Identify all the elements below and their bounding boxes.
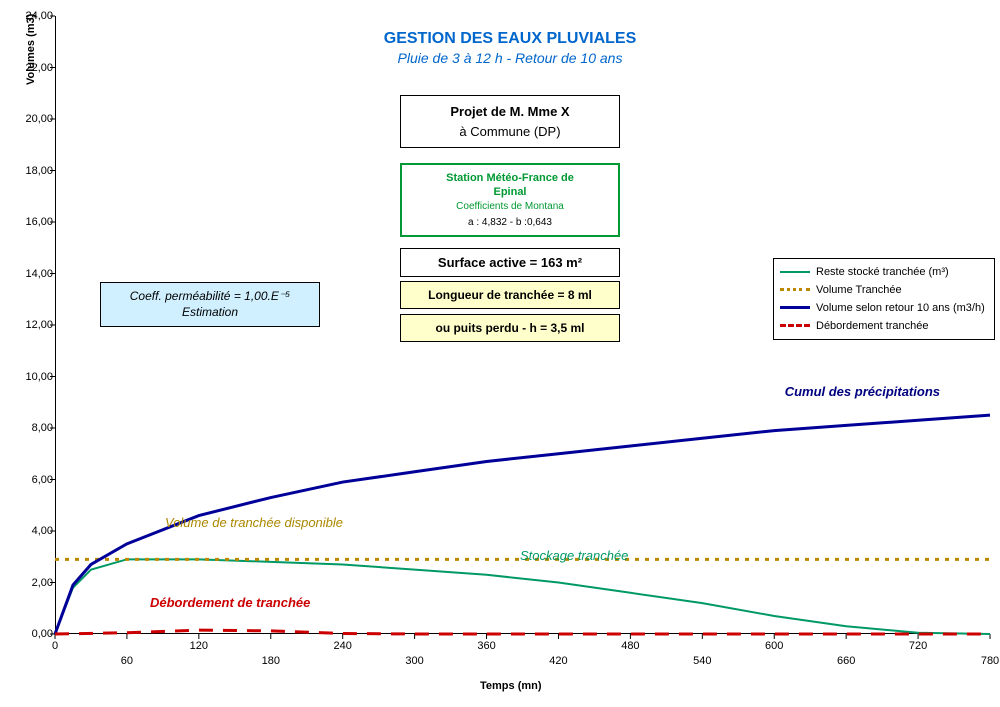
y-tick-label: 14,00	[13, 268, 53, 280]
station-line2: Epinal	[412, 185, 608, 199]
y-tick-label: 2,00	[13, 577, 53, 589]
x-tick-label: 600	[765, 640, 783, 652]
legend-label: Volume Tranchée	[816, 284, 902, 296]
x-tick-label: 240	[334, 640, 352, 652]
legend-swatch-icon	[780, 265, 810, 279]
x-tick-label: 720	[909, 640, 927, 652]
y-tick-label: 24,00	[13, 10, 53, 22]
perm-line1: Coeff. perméabilité = 1,00.E⁻⁵	[111, 289, 309, 305]
box-longueur: Longueur de tranchée = 8 ml	[400, 281, 620, 309]
legend-swatch-icon	[780, 301, 810, 315]
legend-label: Reste stocké tranchée (m³)	[816, 266, 949, 278]
y-tick-label: 10,00	[13, 371, 53, 383]
chart-subtitle: Pluie de 3 à 12 h - Retour de 10 ans	[370, 50, 650, 66]
y-tick-label: 20,00	[13, 113, 53, 125]
x-tick-label: 480	[621, 640, 639, 652]
x-axis-label: Temps (mn)	[480, 680, 542, 692]
legend-label: Débordement tranchée	[816, 320, 929, 332]
x-tick-label: 360	[477, 640, 495, 652]
box-permeability: Coeff. perméabilité = 1,00.E⁻⁵ Estimatio…	[100, 282, 320, 327]
annotation-cumul: Cumul des précipitations	[785, 384, 940, 399]
projet-line1: Projet de M. Mme X	[411, 102, 609, 122]
x-tick-label: 120	[190, 640, 208, 652]
x-tick-label: 180	[262, 655, 280, 667]
legend-swatch-icon	[780, 319, 810, 333]
y-tick-label: 12,00	[13, 319, 53, 331]
series-line	[55, 630, 990, 634]
perm-line2: Estimation	[111, 305, 309, 321]
legend-item: Débordement tranchée	[780, 317, 988, 335]
y-tick-label: 22,00	[13, 62, 53, 74]
annotation-debordement: Débordement de tranchée	[150, 595, 310, 610]
legend: Reste stocké tranchée (m³) Volume Tranch…	[773, 258, 995, 340]
y-tick-label: 0,00	[13, 628, 53, 640]
legend-swatch-icon	[780, 283, 810, 297]
legend-item: Volume Tranchée	[780, 281, 988, 299]
box-station: Station Météo-France de Epinal Coefficie…	[400, 163, 620, 237]
annotation-stockage: Stockage tranchée	[520, 548, 628, 563]
x-tick-label: 660	[837, 655, 855, 667]
box-puits: ou puits perdu - h = 3,5 ml	[400, 314, 620, 342]
chart-title: GESTION DES EAUX PLUVIALES	[370, 30, 650, 48]
y-tick-label: 4,00	[13, 525, 53, 537]
y-tick-label: 18,00	[13, 165, 53, 177]
x-tick-label: 780	[981, 655, 999, 667]
x-tick-label: 420	[549, 655, 567, 667]
y-tick-label: 6,00	[13, 474, 53, 486]
station-line1: Station Météo-France de	[412, 171, 608, 185]
x-tick-label: 540	[693, 655, 711, 667]
y-axis-label: Volumes (m3)	[25, 14, 37, 85]
x-tick-label: 300	[405, 655, 423, 667]
legend-item: Reste stocké tranchée (m³)	[780, 263, 988, 281]
box-projet: Projet de M. Mme X à Commune (DP)	[400, 95, 620, 148]
y-tick-label: 16,00	[13, 216, 53, 228]
y-tick-label: 8,00	[13, 422, 53, 434]
legend-item: Volume selon retour 10 ans (m3/h)	[780, 299, 988, 317]
projet-line2: à Commune (DP)	[411, 122, 609, 142]
station-line4: a : 4,832 - b :0,643	[412, 216, 608, 229]
x-tick-label: 60	[121, 655, 133, 667]
legend-label: Volume selon retour 10 ans (m3/h)	[816, 302, 985, 314]
station-line3: Coefficients de Montana	[412, 200, 608, 213]
x-tick-label: 0	[52, 640, 58, 652]
box-surface: Surface active = 163 m²	[400, 248, 620, 277]
annotation-volume-tranchee: Volume de tranchée disponible	[165, 515, 343, 530]
